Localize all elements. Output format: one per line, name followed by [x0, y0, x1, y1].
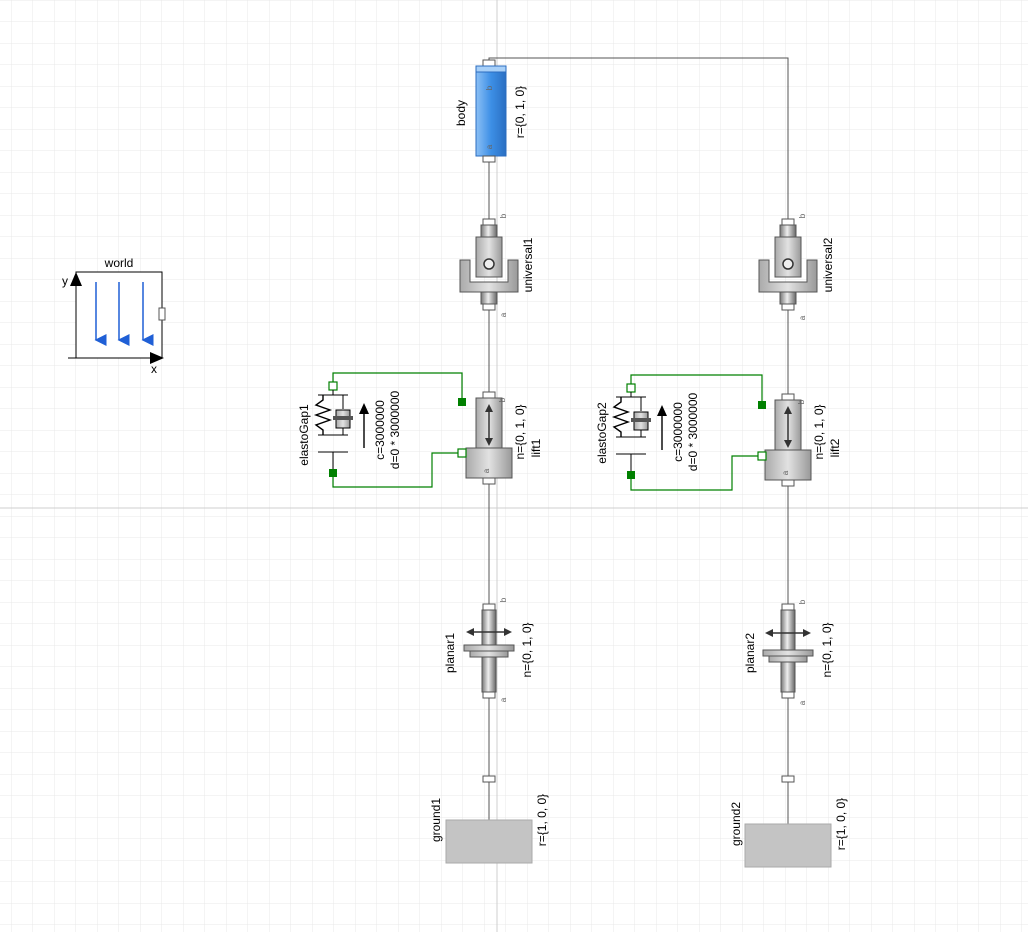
- ground2-param: r={1, 0, 0}: [834, 798, 848, 850]
- lift2-port-a: a: [781, 470, 790, 475]
- elastogap1-c: c=3000000: [373, 400, 387, 460]
- universal1-name: universal1: [521, 237, 535, 292]
- planar1-port-a: a: [499, 697, 508, 702]
- lift1-port-b: b: [498, 397, 507, 402]
- body-name: body: [454, 100, 468, 126]
- diagram-canvas: world y x b a body r={0, 1, 0} b a unive…: [0, 0, 1028, 932]
- world-axis-y: y: [62, 274, 68, 288]
- lift1-name: lift1: [529, 438, 543, 457]
- elastogap2-c: c=3000000: [671, 402, 685, 462]
- body-port-a: a: [485, 144, 494, 149]
- elastogap1-name: elastoGap1: [297, 404, 311, 466]
- ground2-name: ground2: [729, 802, 743, 846]
- planar1-param: n={0, 1, 0}: [520, 622, 534, 677]
- planar2-port-b: b: [798, 599, 807, 604]
- planar2-param: n={0, 1, 0}: [820, 622, 834, 677]
- lift2-port-b: b: [797, 399, 806, 404]
- planar1-name: planar1: [443, 633, 457, 673]
- universal2-port-a: a: [798, 315, 807, 320]
- body-param: r={0, 1, 0}: [513, 86, 527, 138]
- ground1-param: r={1, 0, 0}: [535, 794, 549, 846]
- universal1-port-b: b: [499, 213, 508, 218]
- body-port-b: b: [485, 85, 494, 90]
- planar2-name: planar2: [743, 633, 757, 673]
- grid-background: [0, 0, 1028, 932]
- world-title: world: [104, 256, 134, 270]
- planar2-port-a: a: [798, 700, 807, 705]
- world-component[interactable]: world y x: [62, 256, 166, 376]
- universal2-port-b: b: [798, 213, 807, 218]
- lift2-param: n={0, 1, 0}: [812, 404, 826, 459]
- universal2-name: universal2: [821, 237, 835, 292]
- lift1-param: n={0, 1, 0}: [513, 404, 527, 459]
- elastogap2-name: elastoGap2: [595, 402, 609, 464]
- lift2-name: lift2: [828, 438, 842, 457]
- elastogap1-d: d=0 * 3000000: [388, 390, 402, 469]
- universal1-port-a: a: [499, 312, 508, 317]
- world-axis-x: x: [151, 362, 157, 376]
- planar1-port-b: b: [499, 597, 508, 602]
- lift1-port-a: a: [482, 468, 491, 473]
- ground1-name: ground1: [429, 798, 443, 842]
- elastogap2-d: d=0 * 3000000: [686, 392, 700, 471]
